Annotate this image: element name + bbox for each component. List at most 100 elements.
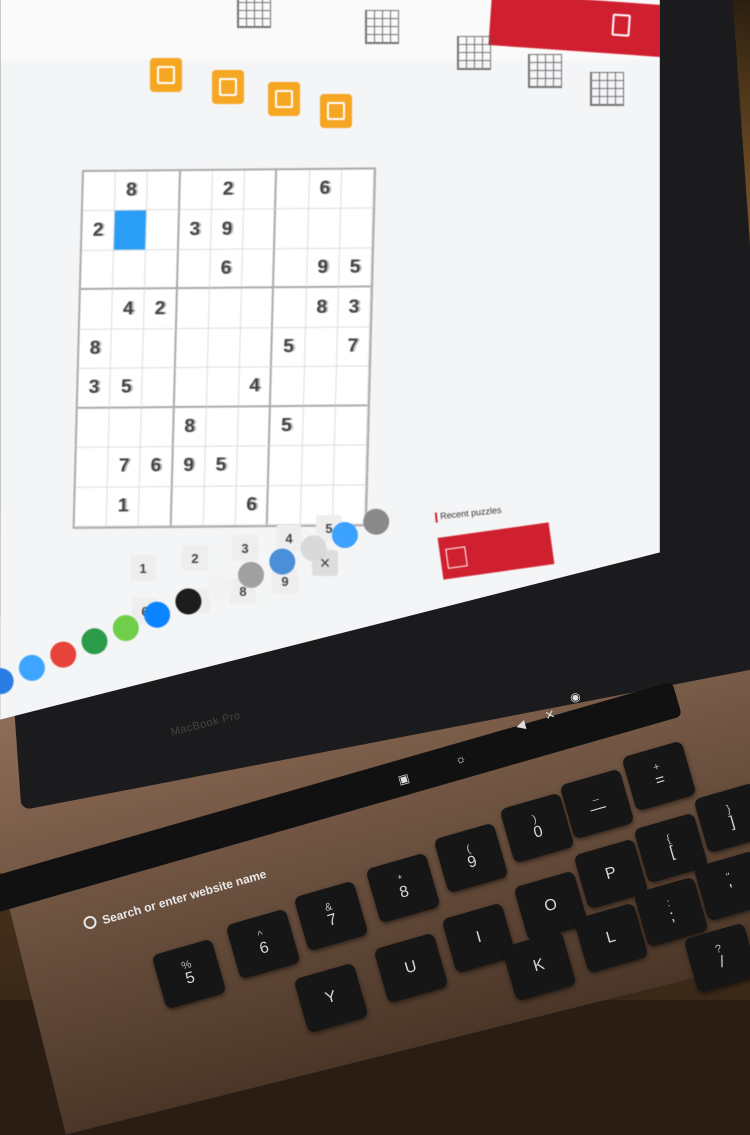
sudoku-cell[interactable] bbox=[142, 368, 176, 408]
key-primary-label: Y bbox=[323, 987, 339, 1007]
sudoku-cell[interactable]: 4 bbox=[238, 367, 273, 408]
sudoku-cell[interactable] bbox=[206, 367, 240, 408]
sudoku-cell[interactable]: 6 bbox=[308, 169, 342, 210]
sudoku-cell[interactable]: 6 bbox=[209, 249, 244, 290]
sudoku-cell[interactable] bbox=[143, 328, 177, 369]
sudoku-cell[interactable]: 3 bbox=[77, 368, 112, 409]
sudoku-cell[interactable] bbox=[241, 288, 275, 329]
tool-icon bbox=[219, 78, 237, 96]
sudoku-cell[interactable] bbox=[242, 249, 276, 289]
sudoku-cell[interactable] bbox=[75, 447, 109, 488]
sudoku-cell[interactable] bbox=[141, 407, 175, 448]
sudoku-cell[interactable]: 5 bbox=[272, 327, 306, 368]
dock-app-icon[interactable] bbox=[202, 571, 237, 606]
sudoku-cell[interactable] bbox=[111, 329, 145, 369]
sudoku-cell[interactable] bbox=[177, 249, 211, 290]
sudoku-cell[interactable]: 4 bbox=[112, 289, 146, 330]
sudoku-cell[interactable]: 8 bbox=[173, 407, 207, 448]
key-primary-label: 0 bbox=[531, 823, 545, 843]
sudoku-cell[interactable] bbox=[207, 328, 242, 369]
key-primary-label: 8 bbox=[397, 883, 411, 903]
dock-app-icon[interactable] bbox=[359, 504, 394, 539]
sudoku-cell[interactable] bbox=[244, 170, 278, 210]
sudoku-cell[interactable]: 5 bbox=[338, 248, 373, 289]
sudoku-cell[interactable] bbox=[146, 210, 180, 251]
sudoku-cell[interactable] bbox=[307, 209, 341, 249]
sudoku-cell[interactable] bbox=[239, 328, 274, 368]
sudoku-cell[interactable] bbox=[145, 249, 179, 290]
sudoku-cell[interactable] bbox=[147, 171, 181, 211]
sudoku-cell[interactable] bbox=[208, 288, 243, 329]
sudoku-cell[interactable] bbox=[76, 408, 110, 448]
key-primary-label: 6 bbox=[257, 939, 271, 959]
key-primary-label: 9 bbox=[465, 853, 479, 873]
sudoku-cell[interactable] bbox=[176, 289, 210, 329]
tool-button-3[interactable] bbox=[268, 82, 300, 116]
grid-size-tab-3[interactable] bbox=[452, 32, 496, 74]
dock-app-icon[interactable] bbox=[14, 650, 49, 685]
dock-app-icon[interactable] bbox=[108, 610, 143, 646]
grid-icon bbox=[365, 10, 399, 44]
dock-app-icon[interactable] bbox=[265, 544, 300, 579]
dock-app-icon[interactable] bbox=[140, 597, 175, 632]
tool-button-4[interactable] bbox=[320, 94, 352, 128]
key-primary-label: = bbox=[653, 771, 668, 791]
key-primary-label: P bbox=[603, 863, 619, 883]
sudoku-cell[interactable]: 2 bbox=[144, 289, 178, 330]
grid-size-tab-5[interactable] bbox=[585, 68, 629, 110]
mini-grid-icon bbox=[445, 546, 468, 569]
sudoku-cell[interactable] bbox=[304, 327, 338, 368]
dock-app-icon[interactable] bbox=[77, 624, 112, 659]
sudoku-cell[interactable] bbox=[80, 250, 115, 291]
sudoku-cell[interactable] bbox=[179, 170, 213, 211]
sudoku-cell[interactable]: 8 bbox=[305, 288, 339, 328]
key-primary-label: 7 bbox=[325, 911, 339, 931]
sudoku-cell[interactable] bbox=[274, 248, 308, 289]
sudoku-cell[interactable] bbox=[273, 288, 307, 329]
sudoku-cell[interactable] bbox=[340, 169, 375, 210]
sudoku-cell[interactable] bbox=[114, 210, 148, 251]
sudoku-cell[interactable] bbox=[205, 407, 239, 447]
sudoku-cell[interactable] bbox=[174, 368, 208, 408]
grid-size-tab-1[interactable] bbox=[232, 0, 276, 32]
sudoku-cell[interactable] bbox=[79, 289, 114, 330]
sudoku-cell[interactable]: 8 bbox=[78, 329, 113, 370]
account-icon[interactable] bbox=[611, 13, 631, 37]
sudoku-cell[interactable] bbox=[82, 171, 117, 212]
sudoku-cell[interactable]: 9 bbox=[210, 209, 245, 250]
sudoku-cell[interactable]: 7 bbox=[336, 327, 370, 367]
key-primary-label: I bbox=[474, 928, 484, 946]
sudoku-cell[interactable] bbox=[175, 328, 209, 369]
sudoku-cell[interactable] bbox=[339, 208, 374, 249]
dock-app-icon[interactable] bbox=[0, 664, 18, 699]
sudoku-cell[interactable]: 3 bbox=[337, 287, 372, 328]
key-primary-label: K bbox=[531, 955, 547, 975]
tool-button-2[interactable] bbox=[212, 70, 244, 104]
sudoku-cell[interactable] bbox=[271, 367, 305, 407]
sudoku-cell[interactable] bbox=[113, 250, 147, 290]
dock-app-icon[interactable] bbox=[171, 584, 206, 619]
tool-button-1[interactable] bbox=[150, 58, 182, 92]
sudoku-cell[interactable] bbox=[108, 407, 143, 448]
key-primary-label: / bbox=[717, 953, 727, 972]
sudoku-cell[interactable] bbox=[276, 170, 310, 210]
sudoku-cell[interactable] bbox=[303, 366, 337, 407]
dock-app-icon[interactable] bbox=[233, 557, 269, 592]
grid-icon bbox=[590, 72, 624, 106]
dock-app-icon[interactable] bbox=[327, 517, 362, 553]
grid-size-tab-4[interactable] bbox=[523, 50, 567, 92]
sudoku-cell[interactable]: 2 bbox=[211, 170, 246, 211]
sudoku-cell[interactable]: 8 bbox=[115, 171, 149, 212]
dock-app-icon[interactable] bbox=[296, 531, 331, 566]
sudoku-cell[interactable]: 5 bbox=[109, 368, 144, 409]
sudoku-cell[interactable]: 9 bbox=[306, 248, 340, 289]
key-primary-label: U bbox=[402, 957, 419, 977]
recent-puzzle-card[interactable] bbox=[437, 522, 555, 580]
sudoku-cell[interactable] bbox=[243, 209, 277, 250]
sudoku-cell[interactable]: 2 bbox=[81, 211, 116, 251]
sudoku-cell[interactable]: 7 bbox=[107, 447, 142, 488]
dock-app-icon[interactable] bbox=[46, 637, 81, 672]
grid-size-tab-2[interactable] bbox=[360, 6, 404, 48]
sudoku-cell[interactable] bbox=[275, 209, 309, 250]
sudoku-cell[interactable]: 3 bbox=[178, 210, 212, 250]
